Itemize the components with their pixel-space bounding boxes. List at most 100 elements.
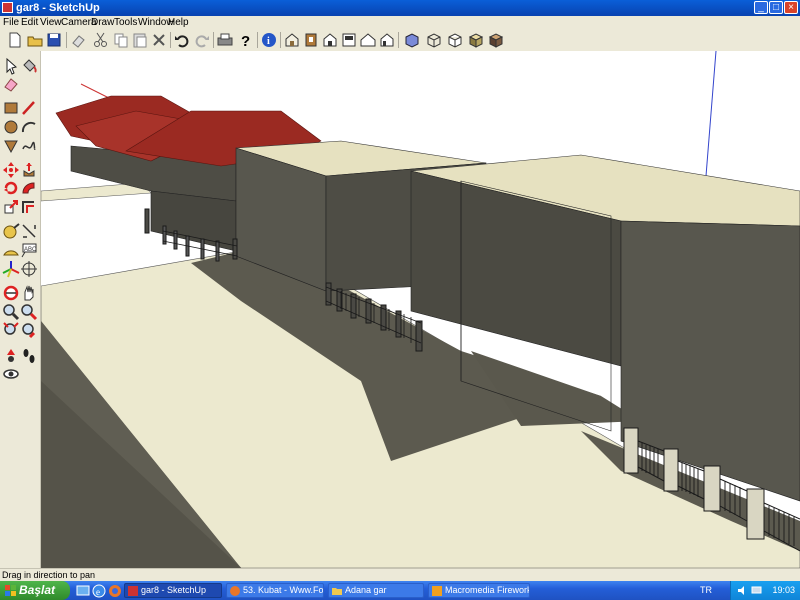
task-fireworks-label: Macromedia Fireworks 8 (445, 585, 529, 595)
orbit-icon[interactable] (2, 284, 20, 302)
window-title: gar8 - SketchUp (16, 2, 100, 14)
task-folder[interactable]: Adana gar (328, 583, 424, 598)
blue-axis (705, 51, 717, 177)
select-icon[interactable] (2, 57, 20, 75)
maximize-button[interactable]: □ (769, 1, 783, 14)
sketchup-app-icon (2, 2, 13, 13)
redo-icon[interactable] (193, 31, 211, 49)
line-icon[interactable] (20, 99, 38, 117)
scale-icon[interactable] (2, 198, 20, 216)
freehand-icon[interactable] (20, 137, 38, 155)
zoom-extents-icon[interactable] (2, 321, 20, 339)
firefox-icon[interactable] (108, 584, 122, 598)
arc-icon[interactable] (20, 118, 38, 136)
menu-help[interactable]: Help (168, 16, 189, 29)
zoom-icon[interactable] (2, 303, 20, 321)
minimize-button[interactable]: _ (754, 1, 768, 14)
svg-text:e: e (96, 587, 100, 597)
windows-flag-icon (5, 585, 16, 596)
sketchup-task-icon (128, 586, 138, 596)
system-tray: 19:03 (730, 581, 800, 600)
cut-icon[interactable] (92, 31, 110, 49)
svg-text:?: ? (241, 33, 250, 49)
menu-tools[interactable]: Tools (114, 16, 137, 29)
previous-view-icon[interactable] (20, 321, 38, 339)
tape-measure-icon[interactable] (2, 222, 20, 240)
internet-explorer-icon[interactable]: e (92, 584, 106, 598)
save-icon[interactable] (45, 31, 63, 49)
move-icon[interactable] (2, 161, 20, 179)
text-icon[interactable]: ABC (20, 241, 38, 259)
menu-edit[interactable]: Edit (21, 16, 38, 29)
show-desktop-icon[interactable] (76, 584, 90, 598)
task-browser-label: 53. Kubat - Www.Fos... (243, 585, 324, 595)
title-bar: gar8 - SketchUp _ □ × (0, 0, 800, 16)
task-sketchup[interactable]: gar8 - SketchUp (124, 583, 222, 598)
task-fireworks[interactable]: Macromedia Fireworks 8 (428, 583, 530, 598)
protractor-icon[interactable] (2, 241, 20, 259)
menu-file[interactable]: File (3, 16, 19, 29)
delete-icon[interactable] (150, 31, 168, 49)
pan-icon[interactable] (20, 284, 38, 302)
model-info-icon[interactable]: i (260, 31, 278, 49)
svg-text:ABC: ABC (24, 247, 37, 253)
offset-icon[interactable] (20, 198, 38, 216)
svg-text:i: i (267, 36, 270, 47)
start-button[interactable]: Başlat (0, 581, 70, 600)
wireframe-icon[interactable] (425, 31, 443, 49)
paint-bucket-icon[interactable] (20, 57, 38, 75)
follow-me-icon[interactable] (20, 179, 38, 197)
open-icon[interactable] (26, 31, 44, 49)
walk-icon[interactable] (20, 347, 38, 365)
paste-icon[interactable] (131, 31, 149, 49)
task-folder-label: Adana gar (345, 585, 387, 595)
menu-draw[interactable]: Draw (91, 16, 114, 29)
rotate-icon[interactable] (2, 179, 20, 197)
model-viewport[interactable] (41, 51, 800, 568)
help-icon[interactable]: ? (237, 31, 255, 49)
task-browser[interactable]: 53. Kubat - Www.Fos... (226, 583, 324, 598)
undo-icon[interactable] (173, 31, 191, 49)
clock[interactable]: 19:03 (772, 581, 795, 600)
network-icon[interactable] (751, 585, 762, 596)
shaded-icon[interactable] (467, 31, 485, 49)
eraser-icon[interactable] (2, 75, 20, 93)
start-label: Başlat (19, 583, 56, 597)
axes-icon[interactable] (2, 260, 20, 278)
browser-task-icon (230, 586, 240, 596)
front-view-icon[interactable] (321, 31, 339, 49)
left-view-icon[interactable] (378, 31, 396, 49)
hidden-line-icon[interactable] (446, 31, 464, 49)
zoom-window-icon[interactable] (20, 303, 38, 321)
xray-icon[interactable] (403, 31, 421, 49)
new-icon[interactable] (6, 31, 24, 49)
circle-icon[interactable] (2, 118, 20, 136)
top-view-icon[interactable] (302, 31, 320, 49)
copy-icon[interactable] (112, 31, 130, 49)
model-scene (41, 51, 800, 568)
polygon-icon[interactable] (2, 137, 20, 155)
print-icon[interactable] (216, 31, 234, 49)
menu-view[interactable]: View (40, 16, 62, 29)
language-indicator[interactable]: TR (700, 584, 712, 597)
folder-task-icon (332, 588, 342, 595)
main-toolbar: ? i (0, 29, 800, 52)
speaker-icon[interactable] (737, 585, 748, 596)
tools-toolbar: ABC (0, 51, 41, 568)
textured-icon[interactable] (487, 31, 505, 49)
fireworks-task-icon (432, 586, 442, 596)
look-around-icon[interactable] (2, 365, 20, 383)
menu-bar: File Edit View Camera Draw Tools Window … (0, 16, 800, 29)
close-button[interactable]: × (784, 1, 798, 14)
dimension-icon[interactable] (20, 222, 38, 240)
erase-icon[interactable] (70, 31, 88, 49)
back-view-icon[interactable] (359, 31, 377, 49)
push-pull-icon[interactable] (20, 161, 38, 179)
task-sketchup-label: gar8 - SketchUp (141, 585, 207, 595)
3d-text-icon[interactable] (20, 260, 38, 278)
rectangle-icon[interactable] (2, 99, 20, 117)
right-view-icon[interactable] (340, 31, 358, 49)
taskbar: Başlat e gar8 - SketchUp 53. Kubat - Www… (0, 581, 800, 600)
iso-view-icon[interactable] (283, 31, 301, 49)
position-camera-icon[interactable] (2, 347, 20, 365)
